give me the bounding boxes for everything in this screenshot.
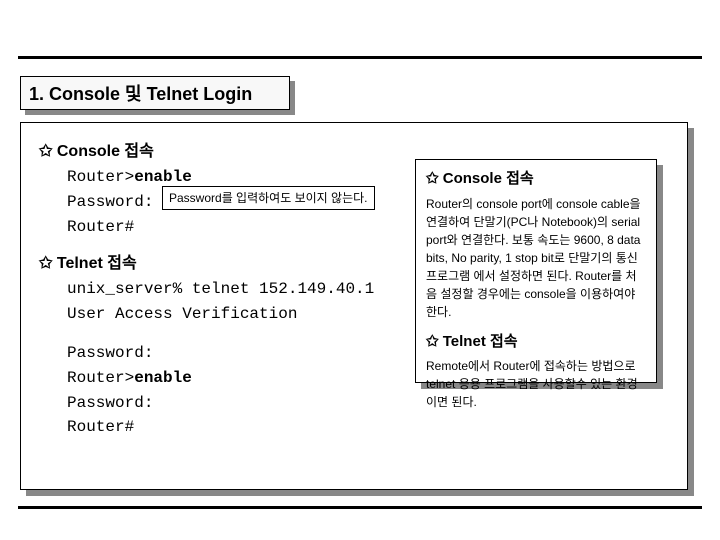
title-box: 1. Console 및 Telnet Login — [20, 76, 290, 110]
prompt: Password: — [67, 193, 153, 211]
side-box: Console 접속 Router의 console port에 console… — [415, 159, 657, 383]
divider-bottom — [18, 506, 702, 509]
side-heading-console: Console 접속 — [426, 168, 646, 191]
prompt: Router> — [67, 369, 134, 387]
heading-console: Console 접속 — [39, 137, 669, 161]
cmd-line: Router# — [67, 415, 669, 440]
cmd-bold: enable — [134, 168, 192, 186]
callout-password-note: Password를 입력하여도 보이지 않는다. — [162, 186, 375, 211]
main-box: Console 접속 Router>enable Password: Passw… — [20, 122, 688, 490]
title-box-wrap: 1. Console 및 Telnet Login — [20, 76, 290, 110]
side-para-telnet: Remote에서 Router에 접속하는 방법으로 telnet 응용 프로그… — [426, 357, 646, 411]
divider-top — [18, 56, 702, 59]
side-para-console: Router의 console port에 console cable을 연결하… — [426, 195, 646, 321]
side-heading-telnet: Telnet 접속 — [426, 331, 646, 354]
cmd-bold: enable — [134, 369, 192, 387]
page-title: 1. Console 및 Telnet Login — [29, 80, 252, 106]
prompt: Router> — [67, 168, 134, 186]
